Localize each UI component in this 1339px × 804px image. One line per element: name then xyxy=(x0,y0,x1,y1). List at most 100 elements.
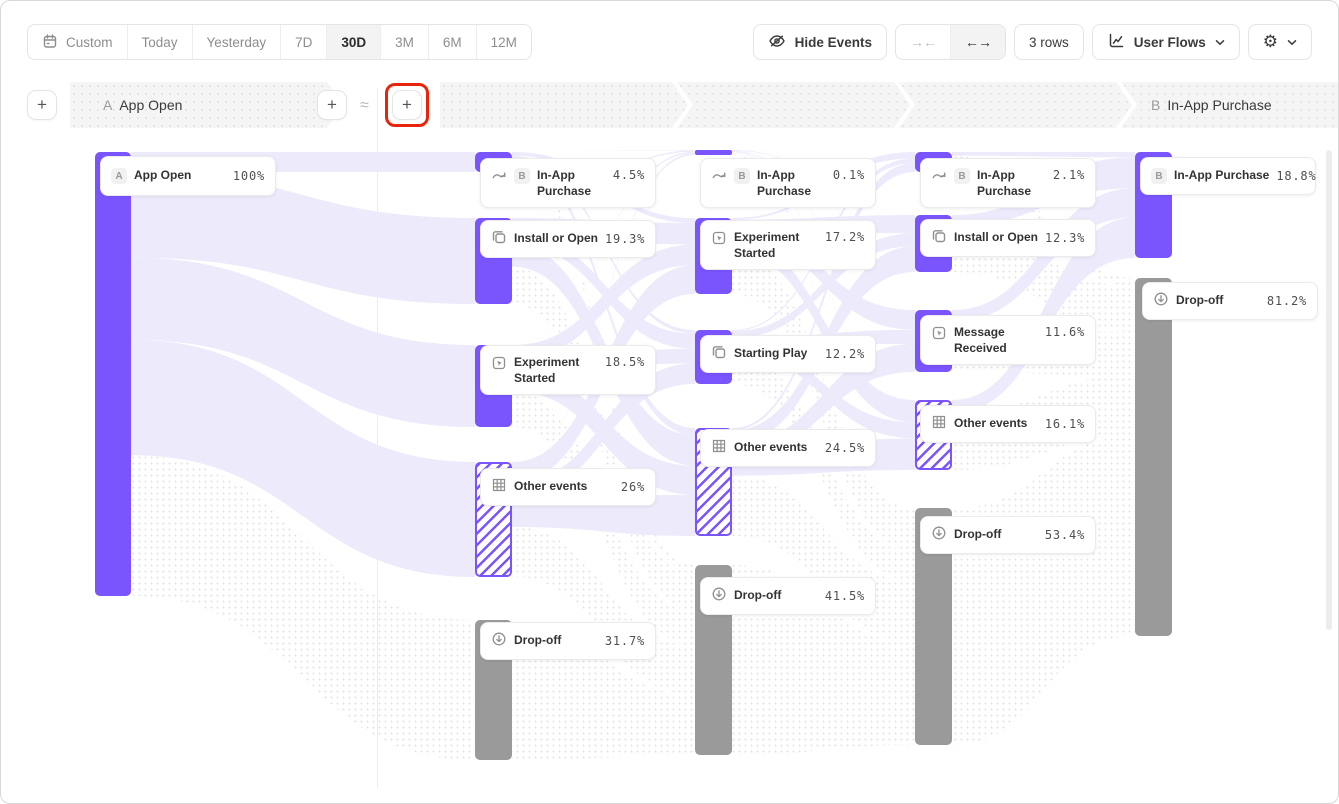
flow-step-band-2[interactable] xyxy=(677,82,910,128)
flow-node-bar-in-app-purchase[interactable] xyxy=(695,150,732,155)
date-range-today[interactable]: Today xyxy=(127,25,192,59)
flow-node-bar-app-open[interactable] xyxy=(95,152,131,596)
date-range-label: Today xyxy=(142,35,178,50)
flow-node-card-in-app-purchase[interactable]: B In-App Purchase 2.1% xyxy=(920,158,1096,208)
rows-label: 3 rows xyxy=(1029,35,1069,50)
view-selector-dropdown[interactable]: User Flows xyxy=(1092,24,1240,60)
flow-node-card-drop-off[interactable]: Drop-off81.2% xyxy=(1142,282,1318,320)
toolbar-right: Hide Events →← ←→ 3 rows xyxy=(753,24,1312,60)
drop-off-icon xyxy=(931,525,947,546)
node-label: Other events xyxy=(954,416,1027,432)
drop-off-icon xyxy=(491,631,507,652)
copy-icon xyxy=(711,344,727,365)
flow-step-band-3[interactable] xyxy=(899,82,1132,128)
date-range-12m[interactable]: 12M xyxy=(476,25,531,59)
node-label: In-App Purchase xyxy=(537,168,605,199)
grid-icon xyxy=(491,477,507,498)
date-range-30d[interactable]: 30D xyxy=(326,25,380,59)
node-label: In-App Purchase xyxy=(977,168,1045,199)
chevron-down-icon xyxy=(1287,39,1297,46)
node-percentage: 81.2% xyxy=(1267,294,1307,308)
node-percentage: 12.3% xyxy=(1045,231,1085,245)
add-step-button[interactable]: + xyxy=(27,90,57,120)
node-percentage: 12.2% xyxy=(825,347,865,361)
flow-node-card-experiment-started[interactable]: Experiment Started 18.5% xyxy=(480,345,656,395)
vertical-scrollbar[interactable] xyxy=(1326,150,1332,630)
date-range-selector: Custom Today Yesterday 7D30D 3M 6M 12M xyxy=(27,24,532,60)
jump-arrow-icon xyxy=(931,168,947,189)
custom-event-icon xyxy=(931,325,947,346)
custom-event-icon xyxy=(711,230,727,251)
date-range-label: Custom xyxy=(66,35,113,50)
node-label: Drop-off xyxy=(514,633,561,649)
chevron-down-icon xyxy=(1215,39,1225,46)
node-label: Experiment Started xyxy=(514,355,582,386)
node-percentage: 4.5% xyxy=(613,168,645,182)
step-a-letter: A xyxy=(103,97,112,113)
custom-event-icon xyxy=(491,355,507,376)
flow-node-card-other-events[interactable]: Other events24.5% xyxy=(700,429,876,467)
step-band-a[interactable]: A App Open xyxy=(70,82,343,128)
hide-events-button[interactable]: Hide Events xyxy=(753,24,887,60)
step-letter-badge: B xyxy=(734,168,750,184)
step-letter-badge: B xyxy=(1151,168,1167,184)
date-range-6m[interactable]: 6M xyxy=(428,25,476,59)
flow-step-band-1[interactable] xyxy=(440,82,688,128)
flow-ribbon[interactable] xyxy=(512,150,695,152)
date-range-yesterday[interactable]: Yesterday xyxy=(192,25,281,59)
collapse-arrows-icon: →← xyxy=(910,34,936,50)
node-percentage: 100% xyxy=(233,169,265,183)
node-label: Message Received xyxy=(954,325,1022,356)
step-b-letter: B xyxy=(1151,97,1160,113)
node-percentage: 2.1% xyxy=(1053,168,1085,182)
node-percentage: 18.5% xyxy=(605,355,645,369)
flow-node-card-drop-off[interactable]: Drop-off41.5% xyxy=(700,577,876,615)
collapse-width-button[interactable]: →← xyxy=(896,25,950,59)
flow-node-card-in-app-purchase[interactable]: BIn-App Purchase18.8% xyxy=(1140,157,1316,195)
flow-node-card-message-received[interactable]: Message Received11.6% xyxy=(920,315,1096,365)
copy-icon xyxy=(491,229,507,250)
step-letter-badge: A xyxy=(111,168,127,184)
node-percentage: 19.3% xyxy=(605,232,645,246)
date-range-label: 6M xyxy=(443,35,462,50)
flow-node-card-install-or-open[interactable]: Install or Open12.3% xyxy=(920,219,1096,257)
flow-node-card-other-events[interactable]: Other events16.1% xyxy=(920,405,1096,443)
date-range-3m[interactable]: 3M xyxy=(380,25,428,59)
view-selector-label: User Flows xyxy=(1134,35,1206,50)
copy-icon xyxy=(931,228,947,249)
flow-node-card-install-or-open[interactable]: Install or Open19.3% xyxy=(480,220,656,258)
flow-node-card-in-app-purchase[interactable]: BIn-App Purchase4.5% xyxy=(480,158,656,208)
flow-chart-icon xyxy=(1107,32,1125,53)
add-flow-step-button[interactable]: + xyxy=(392,90,422,120)
drop-off-icon xyxy=(711,586,727,607)
step-band-b[interactable]: B In-App Purchase xyxy=(1121,82,1339,128)
step-letter-badge: B xyxy=(954,168,970,184)
date-range-label: Yesterday xyxy=(207,35,267,50)
gear-icon: ⚙ xyxy=(1263,32,1278,52)
node-label: In-App Purchase xyxy=(757,168,825,199)
node-label: Experiment Started xyxy=(734,230,802,261)
node-label: Drop-off xyxy=(734,588,781,604)
flow-node-bar-drop-off[interactable] xyxy=(1135,278,1172,636)
flow-node-card-app-open[interactable]: AApp Open100% xyxy=(100,156,276,196)
flow-node-card-experiment-started[interactable]: Experiment Started17.2% xyxy=(700,220,876,270)
flow-ribbon[interactable] xyxy=(732,150,915,152)
flow-node-card-in-app-purchase[interactable]: B In-App Purchase 0.1% xyxy=(700,158,876,208)
flow-ribbon[interactable] xyxy=(952,436,1135,745)
rows-button[interactable]: 3 rows xyxy=(1014,24,1084,60)
date-range-custom[interactable]: Custom xyxy=(28,25,127,59)
settings-dropdown[interactable]: ⚙ xyxy=(1248,24,1312,60)
flow-ribbon[interactable] xyxy=(952,152,1135,157)
flow-node-card-starting-play[interactable]: Starting Play12.2% xyxy=(700,335,876,373)
flow-node-card-other-events[interactable]: Other events26% xyxy=(480,468,656,506)
node-percentage: 0.1% xyxy=(833,168,865,182)
add-step-button[interactable]: + xyxy=(317,90,347,120)
flow-node-card-drop-off[interactable]: Drop-off 31.7% xyxy=(480,622,656,660)
date-range-7d[interactable]: 7D xyxy=(280,25,326,59)
node-percentage: 31.7% xyxy=(605,634,645,648)
grid-icon xyxy=(711,438,727,459)
node-label: Drop-off xyxy=(954,527,1001,543)
date-range-label: 3M xyxy=(395,35,414,50)
expand-width-button[interactable]: ←→ xyxy=(950,25,1005,59)
flow-node-card-drop-off[interactable]: Drop-off53.4% xyxy=(920,516,1096,554)
